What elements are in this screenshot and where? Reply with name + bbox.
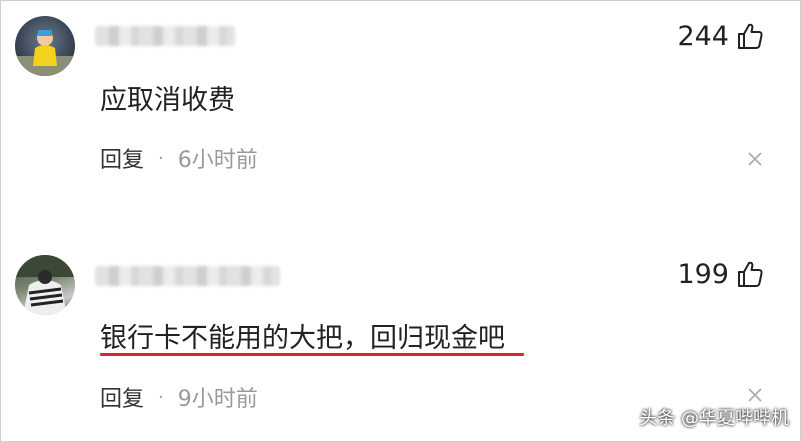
avatar[interactable] (15, 255, 75, 315)
avatar[interactable] (15, 16, 75, 76)
separator-dot: · (158, 147, 164, 169)
comment-meta: 回复 · 9小时前 (100, 381, 258, 413)
reply-button[interactable]: 回复 (100, 142, 144, 174)
like-count: 199 (677, 258, 729, 290)
comment-text: 银行卡不能用的大把，回归现金吧 (100, 323, 505, 354)
timestamp: 9小时前 (177, 387, 258, 412)
close-icon[interactable] (747, 387, 763, 403)
highlight-underline (100, 353, 524, 356)
reply-button[interactable]: 回复 (100, 381, 144, 413)
comment-text: 应取消收费 (100, 85, 235, 116)
comment-meta: 回复 · 6小时前 (100, 142, 258, 174)
thumbs-up-icon[interactable] (735, 259, 765, 289)
thumbs-up-icon[interactable] (735, 21, 765, 51)
separator-dot: · (158, 386, 164, 408)
like-count: 244 (677, 20, 729, 52)
timestamp: 6小时前 (177, 148, 258, 173)
avatar-image (15, 30, 75, 76)
username-blurred[interactable] (95, 266, 280, 286)
username-blurred[interactable] (95, 26, 235, 46)
avatar-image (15, 255, 75, 315)
like-group[interactable]: 244 (677, 20, 765, 52)
comment-item: 244 应取消收费 回复 · 6小时前 (0, 0, 801, 215)
like-group[interactable]: 199 (677, 258, 765, 290)
watermark: 头条 @华夏哔哔机 (639, 408, 789, 429)
close-icon[interactable] (747, 151, 763, 167)
